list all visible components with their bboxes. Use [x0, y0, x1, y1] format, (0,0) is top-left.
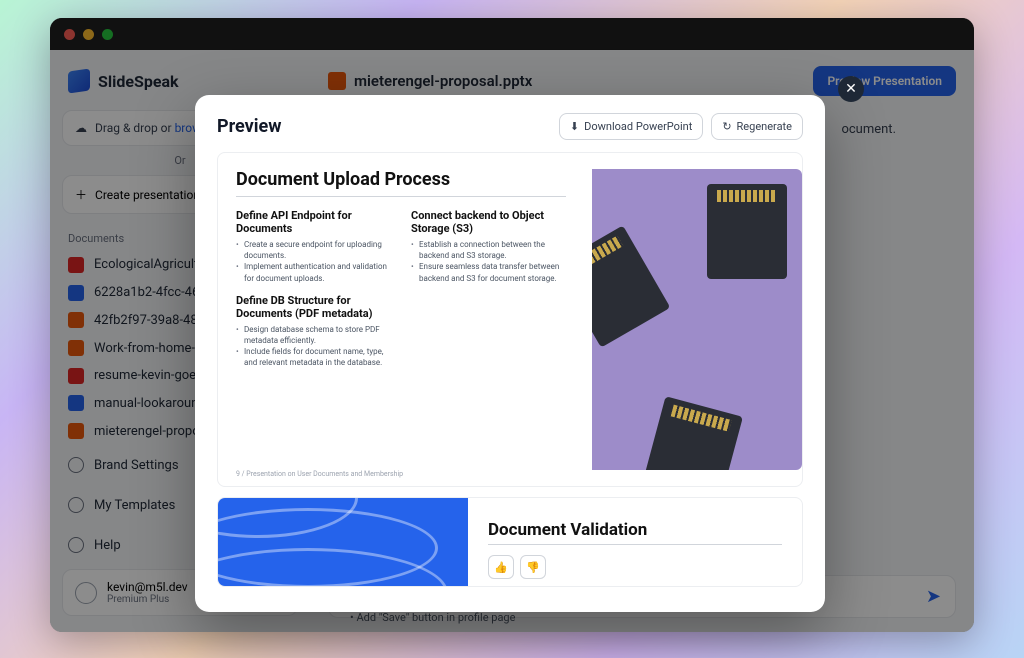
regenerate-button[interactable]: ↻ Regenerate	[711, 113, 803, 140]
list-item: Implement authentication and validation …	[236, 261, 391, 283]
download-powerpoint-button[interactable]: ⬇ Download PowerPoint	[559, 113, 703, 140]
list-item: Create a secure endpoint for uploading d…	[236, 239, 391, 261]
list-item: Establish a connection between the backe…	[411, 239, 566, 261]
sd-card-icon	[592, 225, 670, 347]
slide-list: Design database schema to store PDF meta…	[236, 324, 391, 369]
slide-text: Document Upload Process Define API Endpo…	[236, 169, 574, 470]
slide-columns: Define API Endpoint for Documents Create…	[236, 209, 566, 379]
divider	[236, 196, 566, 197]
slide-footer: 9 / Presentation on User Documents and M…	[236, 470, 403, 478]
slide-subheading: Define DB Structure for Documents (PDF m…	[236, 294, 391, 320]
slide-column-a: Define API Endpoint for Documents Create…	[236, 209, 391, 379]
slide-subheading: Define API Endpoint for Documents	[236, 209, 391, 235]
slide-image	[218, 498, 468, 586]
slide-column-b: Connect backend to Object Storage (S3) E…	[411, 209, 566, 379]
list-item: Design database schema to store PDF meta…	[236, 324, 391, 346]
close-modal-button[interactable]: ✕	[838, 76, 864, 102]
sd-card-icon	[641, 396, 743, 470]
slide-text: Document Validation 👍 👎	[468, 498, 802, 586]
slide-list: Create a secure endpoint for uploading d…	[236, 239, 391, 284]
download-icon: ⬇	[570, 120, 579, 133]
close-icon: ✕	[845, 81, 857, 97]
slide-subheading: Connect backend to Object Storage (S3)	[411, 209, 566, 235]
slide-preview-2: Document Validation 👍 👎	[217, 497, 803, 587]
thumbs-down-icon: 👎	[526, 561, 540, 574]
list-item: Ensure seamless data transfer between ba…	[411, 261, 566, 283]
regenerate-label: Regenerate	[737, 120, 792, 133]
modal-actions: ⬇ Download PowerPoint ↻ Regenerate	[559, 113, 803, 140]
thumbs-up-icon: 👍	[494, 561, 508, 574]
thumbs-down-button[interactable]: 👎	[520, 555, 546, 579]
preview-modal: Preview ⬇ Download PowerPoint ↻ Regenera…	[195, 95, 825, 612]
sd-card-icon	[707, 184, 787, 279]
slide-image	[592, 169, 802, 470]
download-label: Download PowerPoint	[584, 120, 692, 133]
slide-list: Establish a connection between the backe…	[411, 239, 566, 284]
modal-header: Preview ⬇ Download PowerPoint ↻ Regenera…	[217, 113, 803, 140]
list-item: Include fields for document name, type, …	[236, 346, 391, 368]
regenerate-icon: ↻	[722, 120, 731, 133]
slide-title: Document Upload Process	[236, 169, 566, 190]
thumbs-up-button[interactable]: 👍	[488, 555, 514, 579]
slide-title: Document Validation	[488, 520, 782, 540]
feedback-buttons: 👍 👎	[488, 555, 782, 579]
modal-title: Preview	[217, 116, 281, 137]
slide-preview-1: Document Upload Process Define API Endpo…	[217, 152, 803, 487]
divider	[488, 544, 782, 545]
